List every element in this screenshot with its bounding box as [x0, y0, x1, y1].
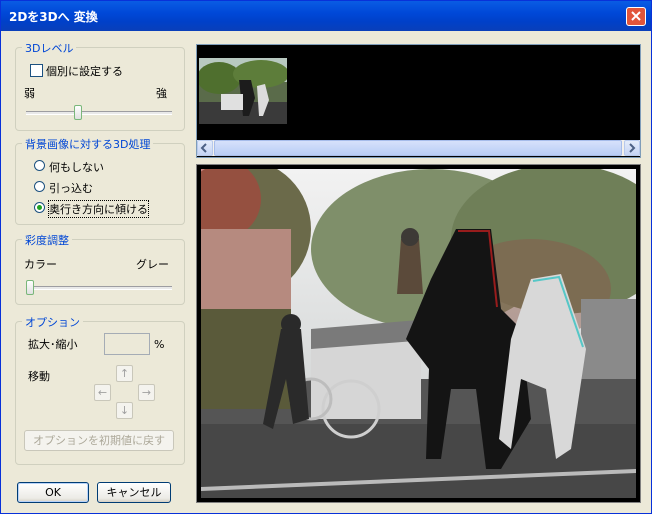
level-group: 3Dレベル 個別に設定する 弱 強	[15, 40, 185, 131]
bg-process-group-title: 背景画像に対する3D処理	[22, 136, 154, 152]
saturation-slider-thumb[interactable]	[26, 280, 34, 295]
move-up-button[interactable]: ↑	[116, 365, 133, 382]
level-group-title: 3Dレベル	[22, 40, 77, 56]
move-label: 移動	[28, 370, 50, 383]
bg-process-group: 背景画像に対する3D処理 何もしない 引っ込む 奥行き方向に傾ける	[15, 136, 185, 225]
radio-nothing-label[interactable]: 何もしない	[49, 159, 104, 175]
anaglyph-preview-image	[201, 169, 636, 498]
thumbnail-image[interactable]	[199, 58, 287, 124]
dialog-window: 2Dを3Dへ 変換 3Dレベル 個別に設定する 弱 強 背景画像に対する3D処理…	[0, 0, 652, 514]
move-down-button[interactable]: ↓	[116, 402, 133, 419]
close-button[interactable]	[626, 7, 646, 26]
individual-checkbox[interactable]	[30, 64, 43, 77]
scroll-left-button[interactable]	[197, 140, 213, 156]
zoom-input[interactable]	[104, 333, 150, 355]
weak-label: 弱	[24, 87, 35, 100]
thumbnail-scrollbar[interactable]	[197, 140, 640, 156]
move-right-button[interactable]: →	[138, 384, 155, 401]
zoom-label: 拡大･縮小	[28, 338, 78, 351]
radio-recede[interactable]	[34, 181, 45, 192]
gray-label: グレー	[136, 258, 169, 271]
reset-options-button[interactable]: オプションを初期値に戻す	[24, 430, 174, 451]
window-title: 2Dを3Dへ 変換	[9, 10, 98, 24]
radio-tilt[interactable]	[34, 202, 45, 213]
radio-tilt-label[interactable]: 奥行き方向に傾ける	[48, 200, 149, 218]
strong-label: 強	[156, 87, 167, 100]
saturation-group-title: 彩度調整	[22, 232, 72, 248]
options-group-title: オプション	[22, 314, 83, 330]
scroll-thumb[interactable]	[214, 140, 622, 156]
color-label: カラー	[24, 258, 57, 271]
level-slider-track[interactable]	[26, 111, 172, 115]
saturation-group: 彩度調整 カラー グレー	[15, 232, 185, 305]
arrow-right-icon	[629, 143, 636, 153]
thumbnail-strip	[196, 44, 641, 158]
move-left-button[interactable]: ←	[94, 384, 111, 401]
title-bar[interactable]: 2Dを3Dへ 変換	[1, 1, 651, 31]
cancel-button[interactable]: キャンセル	[97, 482, 171, 503]
saturation-slider-track[interactable]	[26, 286, 172, 290]
individual-checkbox-label[interactable]: 個別に設定する	[46, 63, 123, 79]
main-preview-frame	[196, 164, 641, 503]
arrow-left-icon	[200, 143, 207, 153]
radio-nothing[interactable]	[34, 160, 45, 171]
close-icon	[631, 11, 641, 21]
percent-label: %	[154, 338, 165, 351]
ok-button[interactable]: OK	[17, 482, 89, 503]
scroll-right-button[interactable]	[624, 140, 640, 156]
radio-recede-label[interactable]: 引っ込む	[49, 180, 93, 196]
level-slider-thumb[interactable]	[74, 105, 83, 120]
options-group: オプション 拡大･縮小 % 移動 ↑ ← → ↓ オプションを初期値に戻す	[15, 314, 185, 465]
